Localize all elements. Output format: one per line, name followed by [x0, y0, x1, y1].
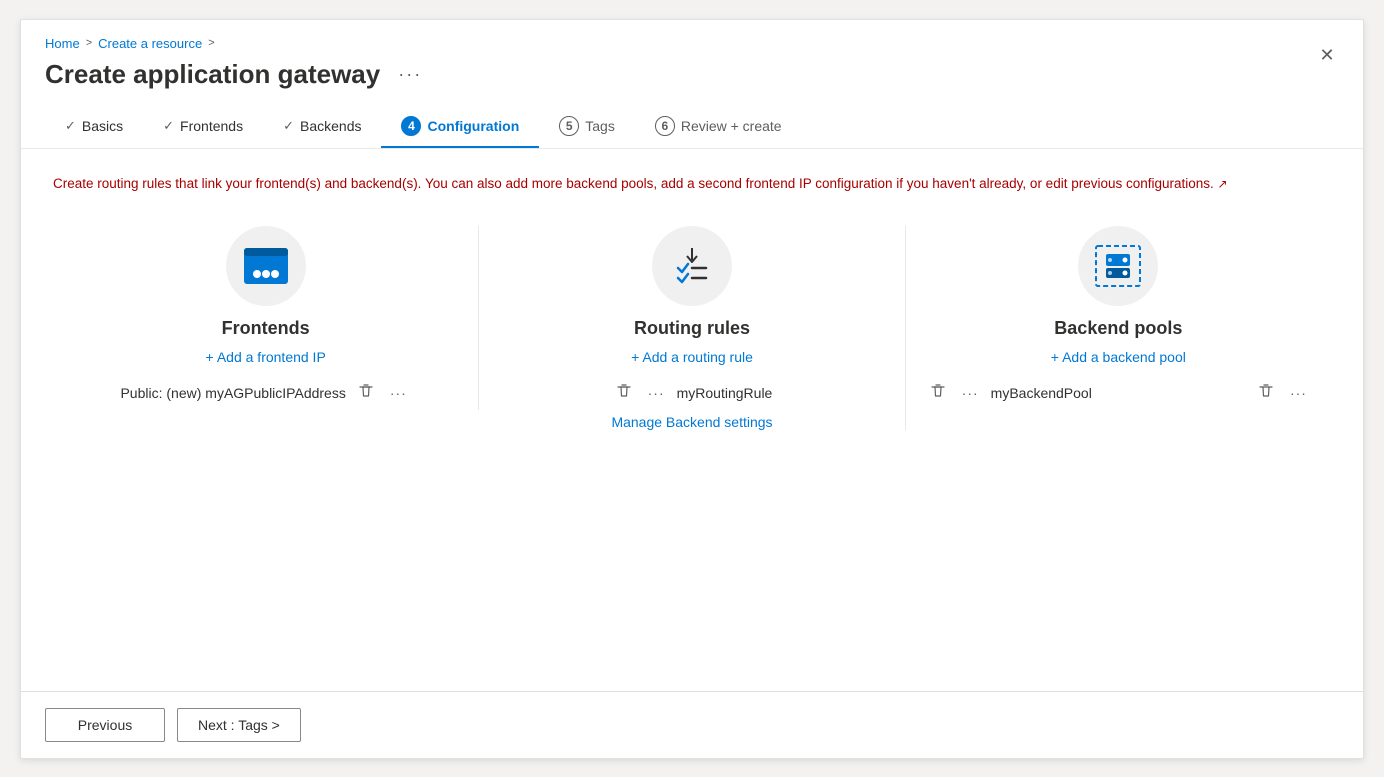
- info-text: Create routing rules that link your fron…: [53, 173, 1331, 195]
- close-icon: ✕: [1319, 45, 1334, 66]
- routing-rule-item-row: ··· myRoutingRule: [499, 381, 884, 404]
- backend-pool-more-button[interactable]: ···: [958, 383, 983, 403]
- previous-button[interactable]: Previous: [45, 708, 165, 742]
- frontends-icon: [244, 248, 288, 284]
- tab-basics-label: Basics: [82, 118, 123, 134]
- frontend-item-label: Public: (new) myAGPublicIPAddress: [120, 385, 345, 401]
- backend-pools-icon: [1092, 242, 1144, 290]
- breadcrumb-create-resource[interactable]: Create a resource: [98, 36, 202, 51]
- routing-rules-icon-circle: [652, 226, 732, 306]
- tab-backends[interactable]: ✓ Backends: [263, 108, 381, 146]
- trash-icon: [358, 383, 374, 399]
- trash-icon-routing: [616, 383, 632, 399]
- routing-rules-column: Routing rules + Add a routing rule ··· m…: [479, 226, 905, 430]
- backend-pools-icon-circle: [1078, 226, 1158, 306]
- manage-backend-settings-link[interactable]: Manage Backend settings: [611, 414, 772, 430]
- frontends-icon-circle: [226, 226, 306, 306]
- trash-icon-backend-2: [1258, 383, 1274, 399]
- frontend-more-button[interactable]: ···: [386, 383, 411, 403]
- panel-footer: Previous Next : Tags >: [21, 691, 1363, 758]
- breadcrumb-sep2: >: [208, 37, 214, 49]
- backend-pool-more-button-2[interactable]: ···: [1286, 383, 1311, 403]
- tab-frontends[interactable]: ✓ Frontends: [143, 108, 263, 146]
- close-button[interactable]: ✕: [1311, 40, 1343, 72]
- add-frontend-ip-link[interactable]: + Add a frontend IP: [206, 349, 326, 365]
- tab-basics[interactable]: ✓ Basics: [45, 108, 143, 146]
- external-link-icon: ↗: [1218, 177, 1228, 191]
- tab-number-review: 6: [655, 116, 675, 136]
- backend-pools-title: Backend pools: [1054, 318, 1182, 339]
- tab-backends-label: Backends: [300, 118, 361, 134]
- columns-area: Frontends + Add a frontend IP Public: (n…: [53, 226, 1331, 430]
- title-row: Create application gateway ···: [45, 59, 1339, 90]
- trash-icon-backend: [930, 383, 946, 399]
- tab-review-create[interactable]: 6 Review + create: [635, 106, 802, 148]
- routing-rules-icon: [668, 244, 716, 288]
- backend-pool-item-label: myBackendPool: [991, 385, 1092, 401]
- main-panel: Home > Create a resource > Create applic…: [20, 19, 1364, 759]
- routing-rule-delete-button[interactable]: [612, 381, 636, 404]
- check-icon-frontends: ✓: [163, 118, 174, 134]
- breadcrumb: Home > Create a resource >: [45, 36, 1339, 51]
- next-button[interactable]: Next : Tags >: [177, 708, 301, 742]
- check-icon-backends: ✓: [283, 118, 294, 134]
- add-backend-pool-link[interactable]: + Add a backend pool: [1051, 349, 1186, 365]
- add-routing-rule-link[interactable]: + Add a routing rule: [631, 349, 753, 365]
- frontend-delete-button[interactable]: [354, 381, 378, 404]
- tab-number-configuration: 4: [401, 116, 421, 136]
- check-icon-basics: ✓: [65, 118, 76, 134]
- routing-rule-item-label: myRoutingRule: [677, 385, 773, 401]
- tab-configuration-label: Configuration: [427, 118, 519, 134]
- panel-header: Home > Create a resource > Create applic…: [21, 20, 1363, 149]
- frontends-title: Frontends: [222, 318, 310, 339]
- tab-configuration[interactable]: 4 Configuration: [381, 106, 539, 148]
- tab-frontends-label: Frontends: [180, 118, 243, 134]
- tabs-container: ✓ Basics ✓ Frontends ✓ Backends 4 Config…: [45, 106, 1339, 148]
- tab-review-label: Review + create: [681, 118, 782, 134]
- breadcrumb-home[interactable]: Home: [45, 36, 80, 51]
- page-title: Create application gateway: [45, 59, 380, 90]
- backend-pools-column: Backend pools + Add a backend pool ··· m…: [906, 226, 1331, 410]
- routing-rules-title: Routing rules: [634, 318, 750, 339]
- frontends-column: Frontends + Add a frontend IP Public: (n…: [53, 226, 479, 410]
- backend-pool-delete-button[interactable]: [926, 381, 950, 404]
- routing-rule-more-button[interactable]: ···: [644, 383, 669, 403]
- more-options-button[interactable]: ···: [392, 62, 428, 87]
- breadcrumb-sep1: >: [86, 37, 92, 49]
- backend-pool-item-row: ··· myBackendPool ···: [926, 381, 1311, 404]
- backend-pool-delete-button-2[interactable]: [1254, 381, 1278, 404]
- panel-body: Create routing rules that link your fron…: [21, 149, 1363, 691]
- tab-tags-label: Tags: [585, 118, 615, 134]
- frontend-item-row: Public: (new) myAGPublicIPAddress ···: [73, 381, 458, 404]
- tab-number-tags: 5: [559, 116, 579, 136]
- tab-tags[interactable]: 5 Tags: [539, 106, 635, 148]
